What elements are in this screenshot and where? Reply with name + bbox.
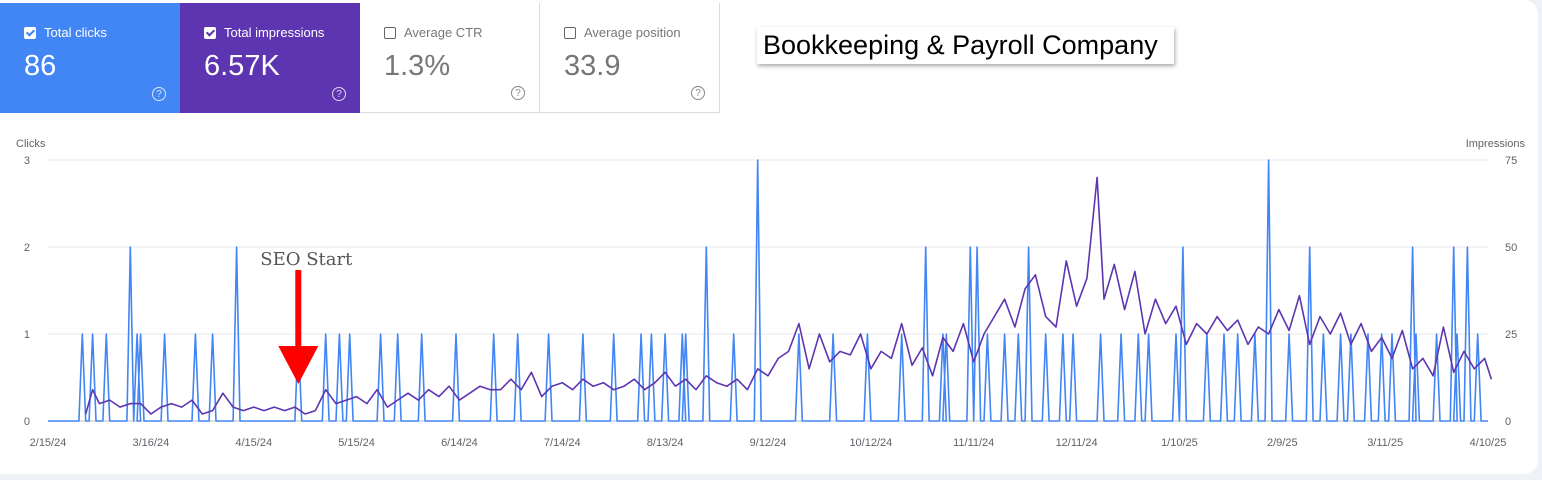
y-right-tick-label: 0 <box>1505 416 1511 428</box>
y-right-tick-label: 50 <box>1505 242 1517 254</box>
x-tick-label: 10/12/24 <box>849 437 892 449</box>
x-tick-label: 5/15/24 <box>338 437 375 449</box>
x-tick-label: 3/16/24 <box>133 437 170 449</box>
x-tick-label: 4/10/25 <box>1470 437 1507 449</box>
x-tick-label: 9/12/24 <box>750 437 787 449</box>
y-left-tick-label: 2 <box>24 242 30 254</box>
seo-start-arrow-shaft <box>295 270 302 346</box>
x-tick-label: 1/10/25 <box>1161 437 1198 449</box>
seo-start-annotation: SEO Start <box>260 249 353 270</box>
y-left-tick-label: 3 <box>24 155 30 167</box>
x-tick-label: 11/11/24 <box>953 437 994 449</box>
x-tick-label: 2/9/25 <box>1267 437 1298 449</box>
x-tick-label: 2/15/24 <box>30 437 67 449</box>
seo-start-arrow-head <box>278 346 319 384</box>
y-right-tick-label: 25 <box>1505 329 1517 341</box>
x-tick-label: 8/13/24 <box>647 437 684 449</box>
y-left-tick-label: 1 <box>24 329 30 341</box>
x-tick-label: 12/11/24 <box>1056 437 1098 449</box>
x-tick-label: 7/14/24 <box>544 437 581 449</box>
performance-card: Total clicks 86 ? Total impressions 6.57… <box>0 0 1538 474</box>
y-right-axis-title: Impressions <box>1466 138 1526 150</box>
x-tick-label: 6/14/24 <box>441 437 478 449</box>
y-left-tick-label: 0 <box>24 416 30 428</box>
x-tick-label: 4/15/24 <box>235 437 272 449</box>
x-tick-label: 3/11/25 <box>1367 437 1403 449</box>
clicks-series-line <box>48 159 1488 422</box>
y-right-tick-label: 75 <box>1505 155 1517 167</box>
y-left-axis-title: Clicks <box>16 138 46 150</box>
performance-chart: Clicks Impressions 0 0 1 25 2 50 3 75 2/15/24 3/16/… <box>16 138 1526 449</box>
